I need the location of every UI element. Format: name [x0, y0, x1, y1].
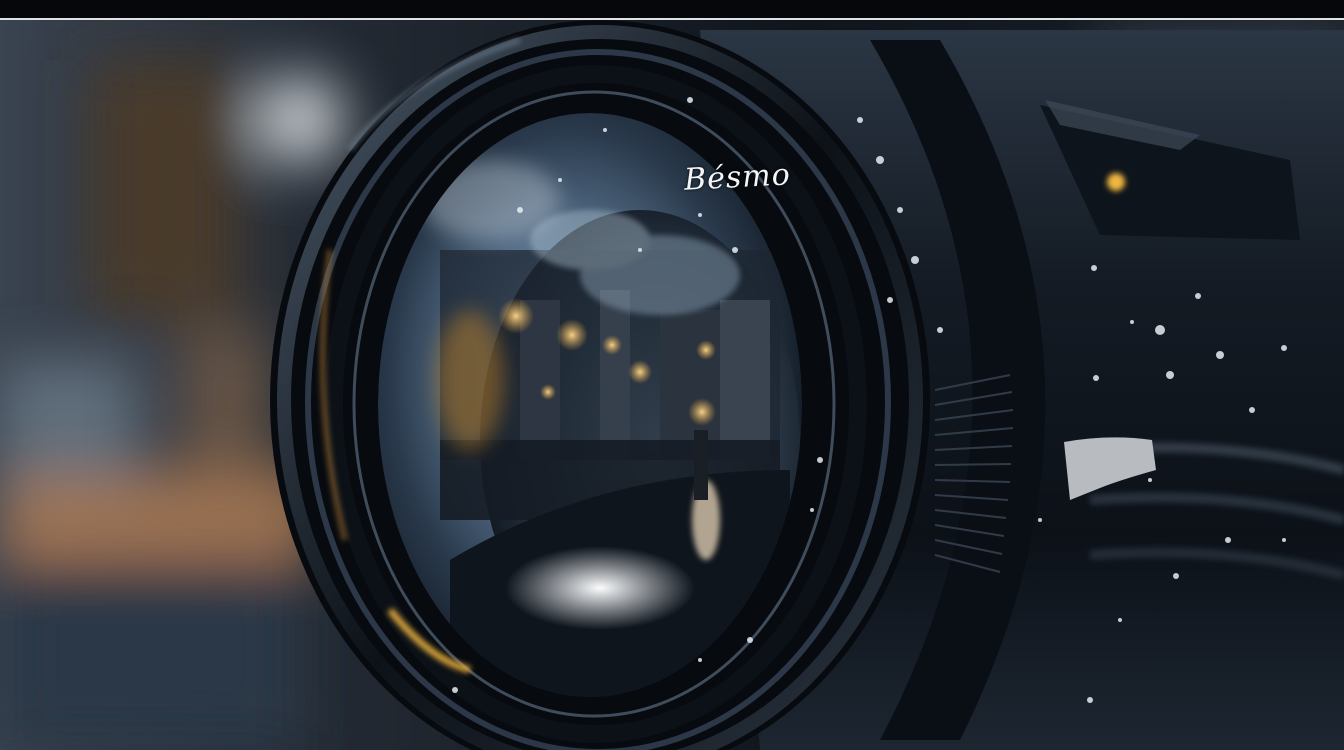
lens-brand-marking: Bésmo [683, 157, 792, 198]
scene-artwork [0, 0, 1344, 750]
photo-scene: Bésmo [0, 0, 1344, 750]
top-rule [0, 0, 1344, 20]
